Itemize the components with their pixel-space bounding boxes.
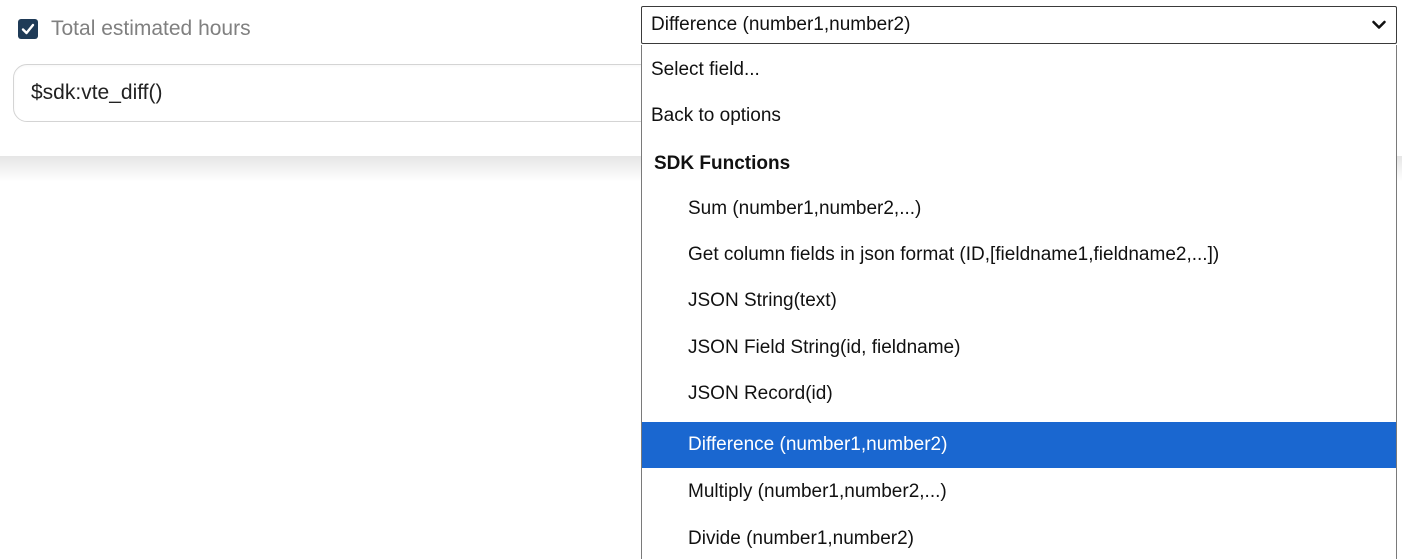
option-divide[interactable]: Divide (number1,number2) — [642, 516, 1396, 559]
function-select[interactable]: Difference (number1,number2) — [641, 6, 1397, 44]
option-difference[interactable]: Difference (number1,number2) — [642, 422, 1396, 468]
formula-value: $sdk:vte_diff() — [31, 81, 163, 104]
option-json-string[interactable]: JSON String(text) — [642, 278, 1396, 324]
field-label: Total estimated hours — [51, 17, 251, 40]
option-select-field[interactable]: Select field... — [642, 47, 1396, 93]
option-get-column-fields-json[interactable]: Get column fields in json format (ID,[fi… — [642, 232, 1396, 278]
formula-input[interactable]: $sdk:vte_diff() — [13, 64, 673, 122]
option-json-record[interactable]: JSON Record(id) — [642, 371, 1396, 417]
page: Total estimated hours $sdk:vte_diff() Di… — [0, 0, 1402, 559]
field-row: Total estimated hours — [18, 14, 251, 44]
function-dropdown-list: Select field... Back to options SDK Func… — [641, 45, 1397, 559]
checkmark-icon — [21, 23, 35, 35]
function-select-value: Difference (number1,number2) — [651, 14, 911, 35]
option-back-to-options[interactable]: Back to options — [642, 93, 1396, 139]
optgroup-sdk-functions: SDK Functions — [654, 153, 791, 174]
chevron-down-icon — [1372, 20, 1386, 29]
option-json-field-string[interactable]: JSON Field String(id, fieldname) — [642, 325, 1396, 371]
option-multiply[interactable]: Multiply (number1,number2,...) — [642, 469, 1396, 515]
field-checkbox[interactable] — [18, 19, 38, 39]
option-sum[interactable]: Sum (number1,number2,...) — [642, 186, 1396, 232]
